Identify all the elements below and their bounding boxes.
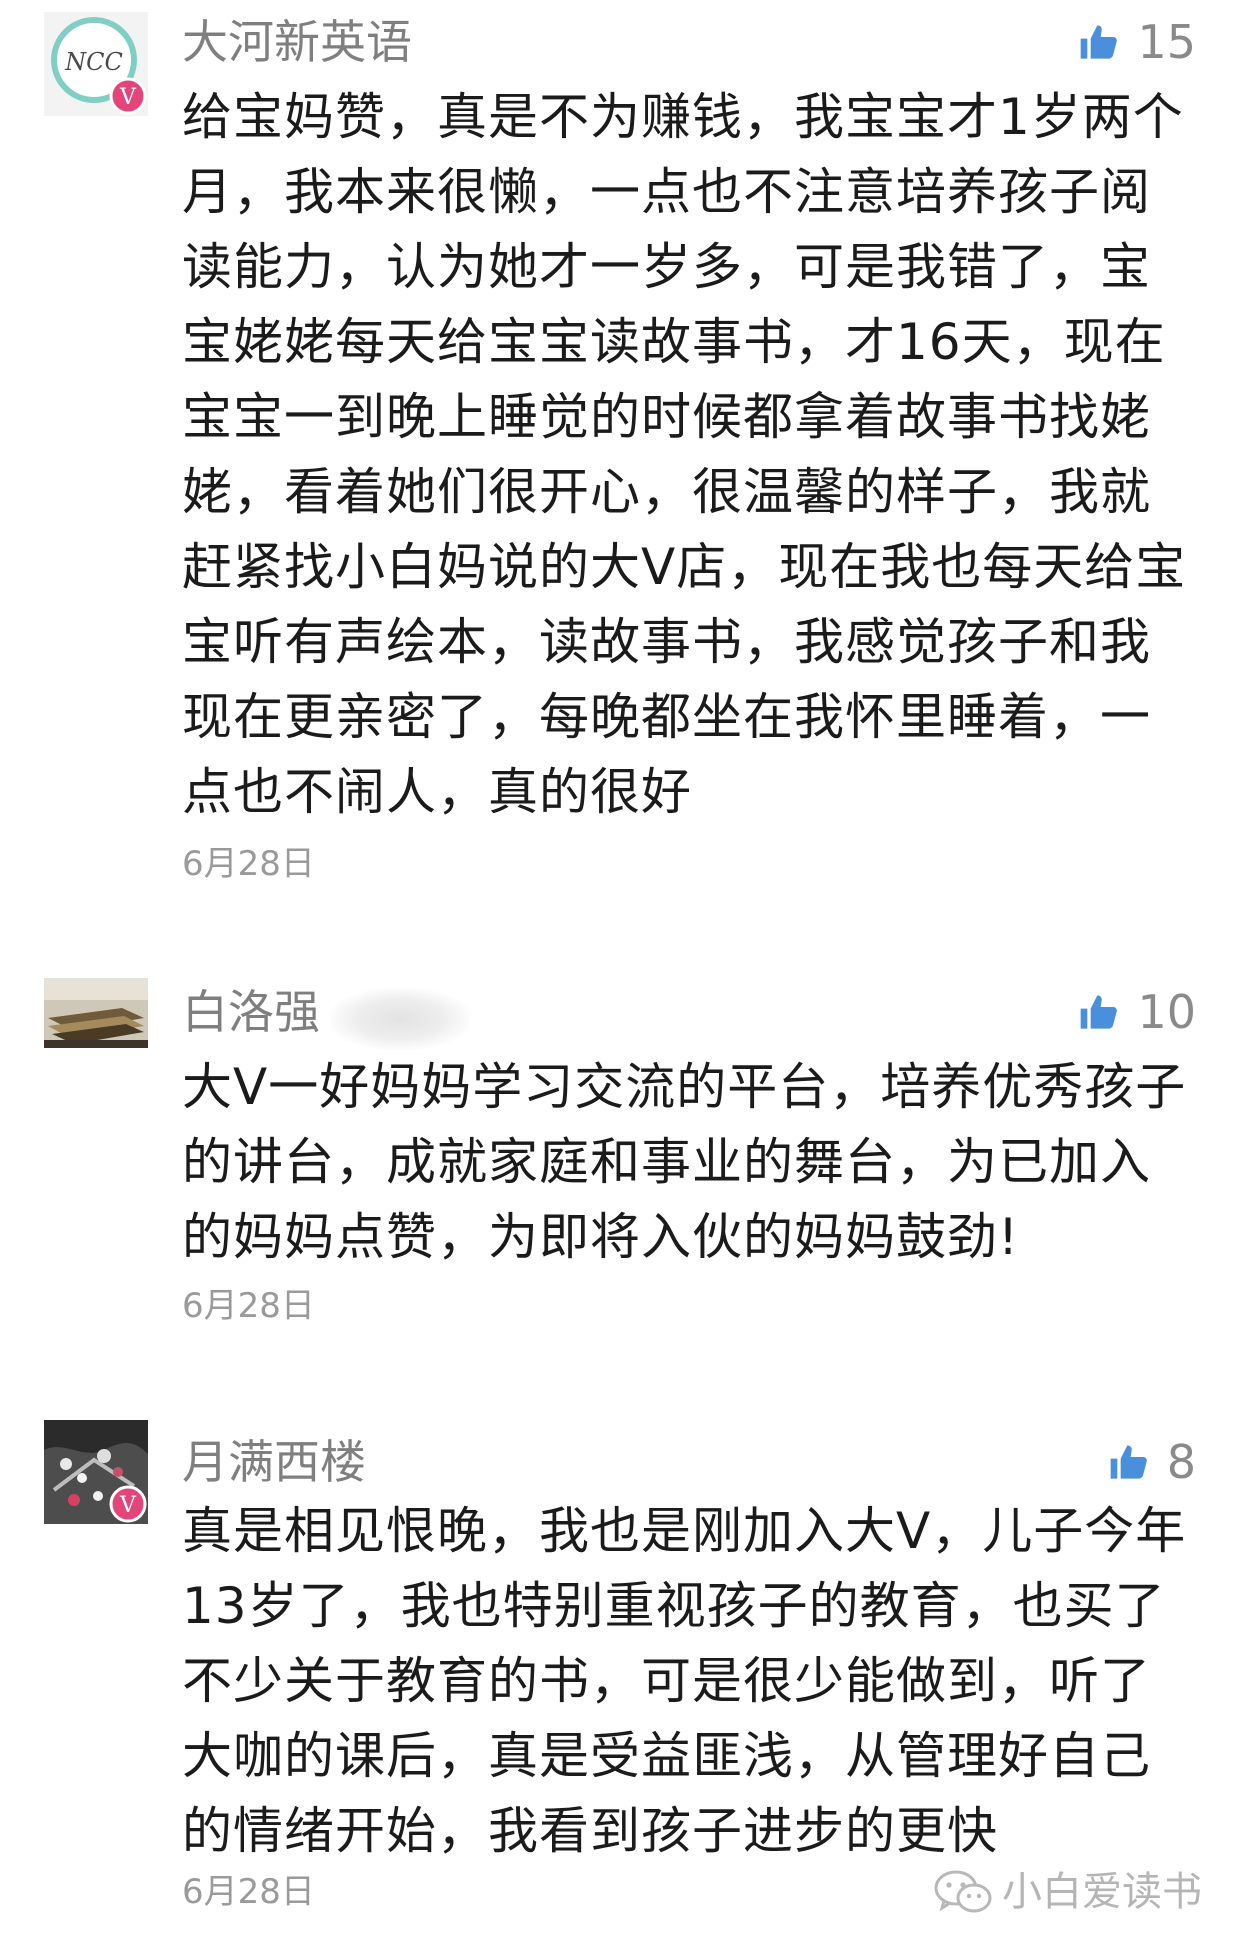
like-button[interactable]: 8 <box>1109 1432 1196 1492</box>
avatar-logo: NCC <box>64 48 123 76</box>
comment-date: 6月28日 <box>182 844 315 884</box>
comment-date: 6月28日 <box>182 1872 315 1912</box>
comment-date: 6月28日 <box>182 1286 315 1326</box>
avatar[interactable]: NCC V <box>44 12 148 116</box>
like-count: 10 <box>1137 985 1196 1039</box>
comment-line: 宝宝一到晚上睡觉的时候都拿着故事书找姥 <box>182 388 1151 446</box>
comment-item: NCC V 大河新英语 15 给宝妈赞，真是不为赚钱，我宝宝才1岁两个 月，我本… <box>0 0 1242 884</box>
comment-line: 宝听有声绘本，读故事书，我感觉孩子和我 <box>182 613 1151 671</box>
comment-line: 宝姥姥每天给宝宝读故事书，才16天，现在 <box>182 313 1166 371</box>
avatar[interactable]: V <box>44 1420 148 1524</box>
comment-item: 白洛强 10 大V一好妈妈学习交流的平台，培养优秀孩子 的讲台，成就家庭和事业的… <box>0 970 1242 1330</box>
comment-text: 大V一好妈妈学习交流的平台，培养优秀孩子 的讲台，成就家庭和事业的舞台，为已加入… <box>182 1050 1192 1275</box>
comment-line: 的情绪开始，我看到孩子进步的更快 <box>182 1802 998 1860</box>
comment-line: 姥，看着她们很开心，很温馨的样子，我就 <box>182 463 1151 521</box>
wechat-logo-icon <box>934 1870 992 1913</box>
like-count: 15 <box>1137 15 1196 69</box>
comment-line: 赶紧找小白妈说的大V店，现在我也每天给宝 <box>182 538 1187 596</box>
comment-text: 给宝妈赞，真是不为赚钱，我宝宝才1岁两个 月，我本来很懒，一点也不注意培养孩子阅… <box>182 80 1192 830</box>
verified-badge: V <box>119 85 137 110</box>
watermark-text: 小白爱读书 <box>1002 1869 1202 1915</box>
comment-line: 读能力，认为她才一岁多，可是我错了，宝 <box>182 238 1151 296</box>
verified-badge: V <box>119 1493 137 1518</box>
like-button[interactable]: 15 <box>1079 12 1196 72</box>
comment-line: 13岁了，我也特别重视孩子的教育，也买了 <box>182 1577 1166 1635</box>
comment-text: 真是相见恨晚，我也是刚加入大V，儿子今年 13岁了，我也特别重视孩子的教育，也买… <box>182 1494 1192 1869</box>
author-name[interactable]: 白洛强 <box>182 982 320 1042</box>
thumbs-up-icon <box>1081 995 1118 1029</box>
comment-line: 真是相见恨晚，我也是刚加入大V，儿子今年 <box>182 1502 1187 1560</box>
author-name[interactable]: 大河新英语 <box>182 12 412 72</box>
comment-line: 大V一好妈妈学习交流的平台，培养优秀孩子 <box>182 1058 1187 1116</box>
like-count: 8 <box>1166 1435 1196 1489</box>
avatar[interactable] <box>44 978 148 1048</box>
comment-line: 月，我本来很懒，一点也不注意培养孩子阅 <box>182 163 1151 221</box>
avatar-image: V <box>44 1420 148 1524</box>
thumbs-up-icon <box>1110 1445 1147 1479</box>
like-button[interactable]: 10 <box>1079 982 1196 1042</box>
comment-line: 大咖的课后，真是受益匪浅，从管理好自己 <box>182 1727 1151 1785</box>
comment-line: 点也不闹人，真的很好 <box>182 763 692 821</box>
comment-line: 的妈妈点赞，为即将入伙的妈妈鼓劲! <box>182 1208 1020 1266</box>
comment-line: 现在更亲密了，每晚都坐在我怀里睡着，一 <box>182 688 1151 746</box>
avatar-image: NCC V <box>44 12 148 116</box>
avatar-image <box>44 978 148 1048</box>
comment-line: 不少关于教育的书，可是很少能做到，听了 <box>182 1652 1151 1710</box>
blurred-name-mask <box>330 988 470 1050</box>
thumbs-up-icon <box>1081 25 1118 59</box>
author-name[interactable]: 月满西楼 <box>182 1432 366 1492</box>
comment-line: 的讲台，成就家庭和事业的舞台，为已加入 <box>182 1133 1151 1191</box>
watermark: 小白爱读书 <box>934 1865 1202 1919</box>
comment-line: 给宝妈赞，真是不为赚钱，我宝宝才1岁两个 <box>182 88 1184 146</box>
